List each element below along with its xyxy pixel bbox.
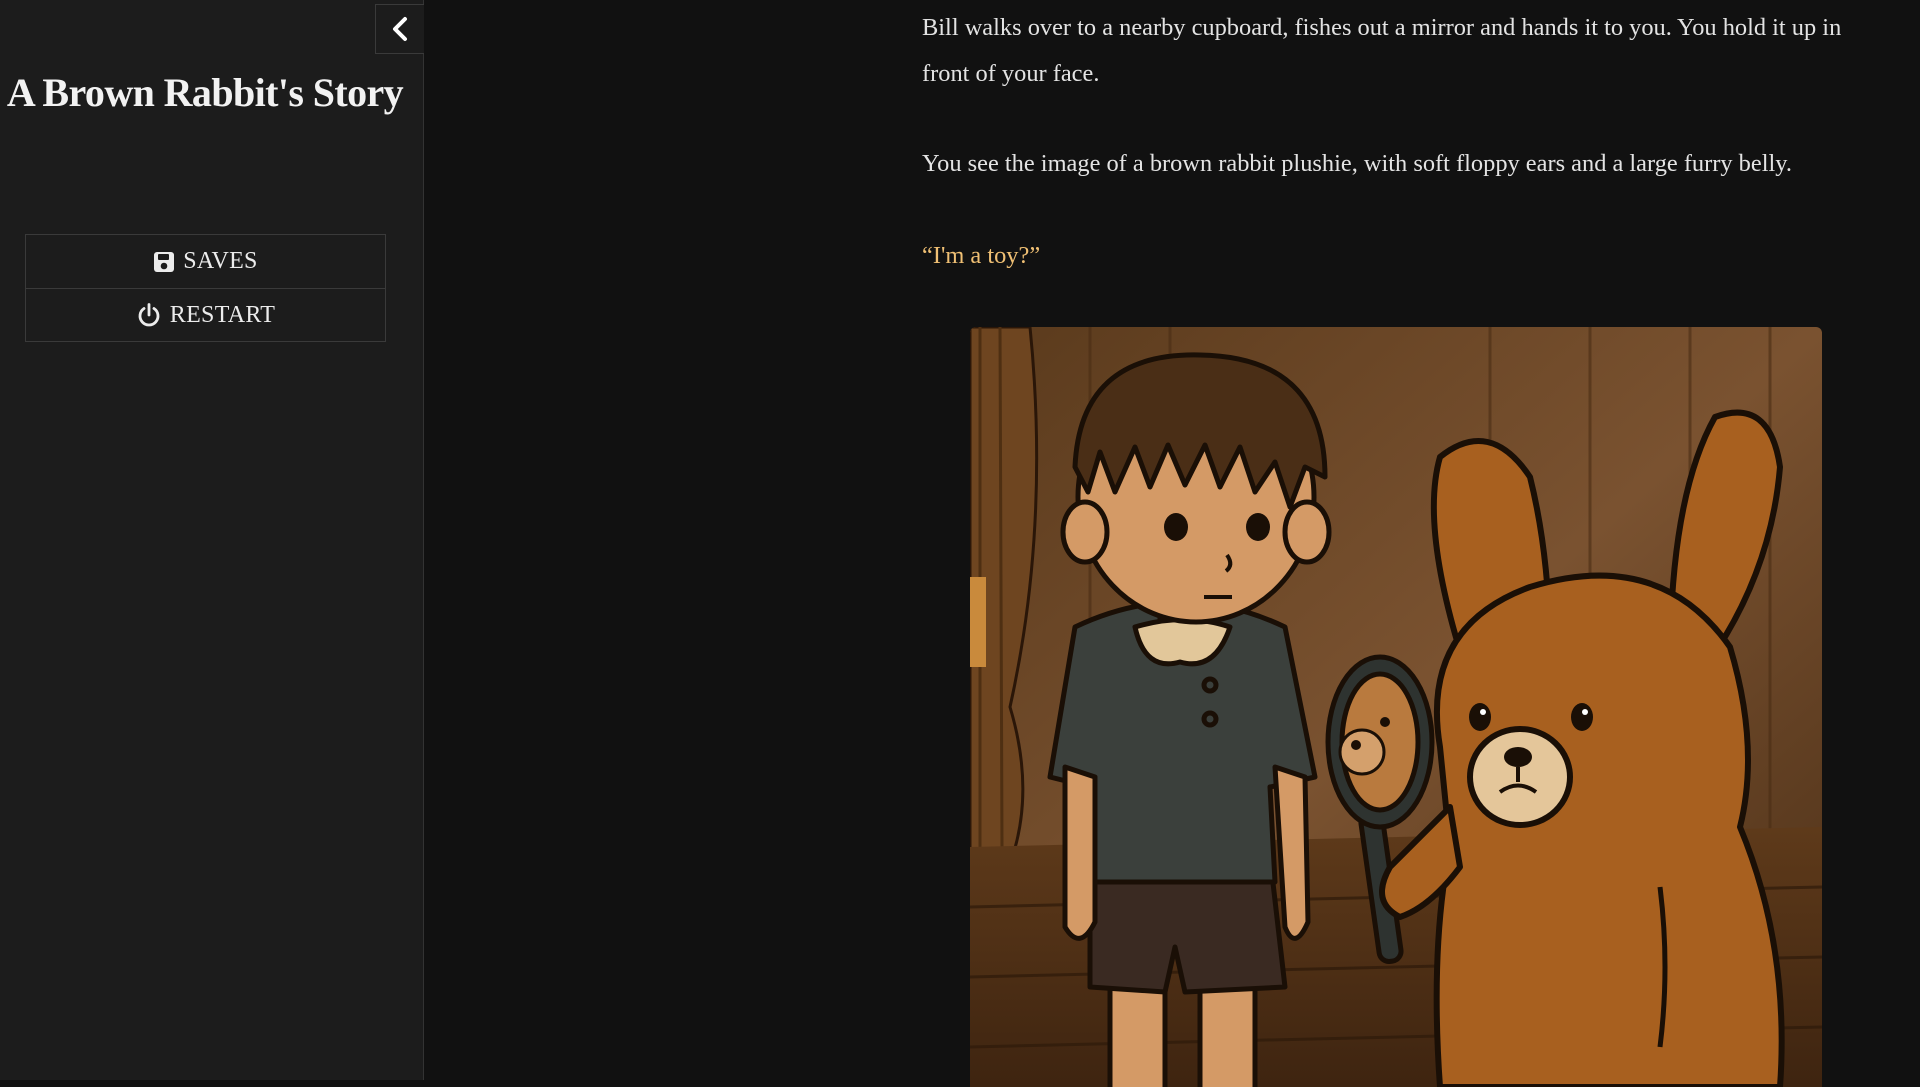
restart-button[interactable]: RESTART bbox=[26, 288, 385, 341]
saves-button[interactable]: SAVES bbox=[26, 235, 385, 288]
chevron-left-icon bbox=[393, 17, 407, 41]
saves-label: SAVES bbox=[183, 248, 258, 274]
passage-paragraph: Bill walks over to a nearby cupboard, fi… bbox=[922, 14, 1842, 87]
dialogue-line: “I'm a toy?” bbox=[922, 242, 1041, 269]
sidebar: A Brown Rabbit's Story SAVES RESTART bbox=[0, 0, 424, 1080]
restart-label: RESTART bbox=[169, 301, 276, 328]
power-icon bbox=[136, 302, 162, 328]
story-title: A Brown Rabbit's Story bbox=[6, 70, 404, 115]
sidebar-collapse-button[interactable] bbox=[375, 4, 424, 54]
sidebar-menu: SAVES RESTART bbox=[25, 234, 386, 342]
passage-paragraph: You see the image of a brown rabbit plus… bbox=[922, 150, 1792, 177]
story-illustration bbox=[970, 327, 1822, 1087]
save-icon bbox=[153, 251, 175, 273]
